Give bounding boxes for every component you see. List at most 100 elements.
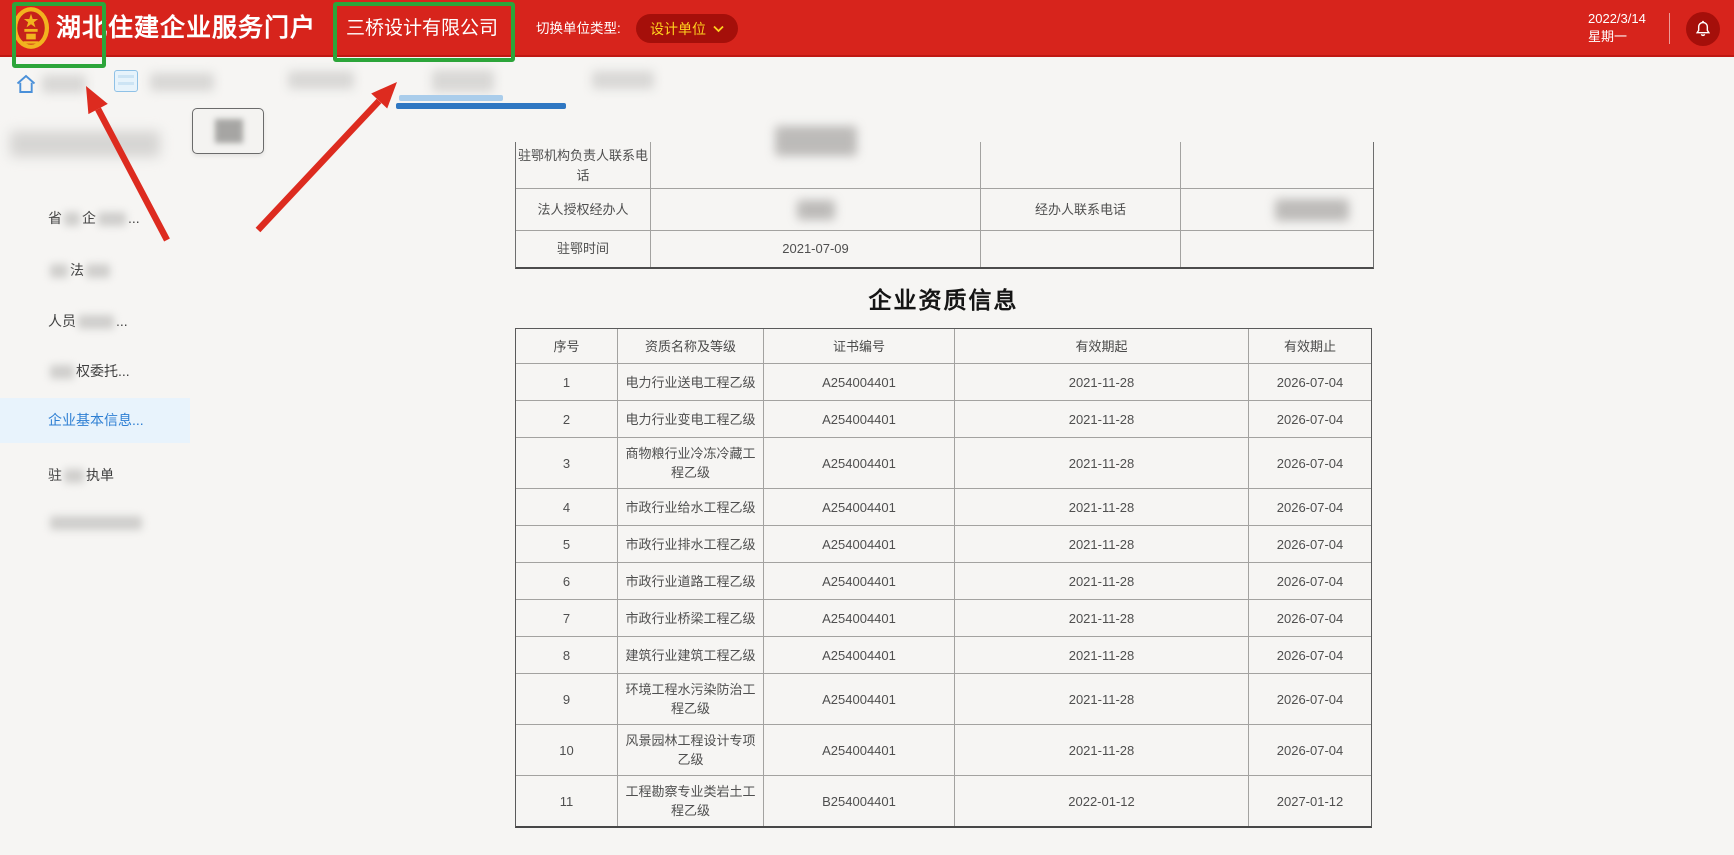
sidebar-header-blurred bbox=[10, 131, 160, 157]
unit-type-value: 设计单位 bbox=[650, 19, 706, 39]
table-cell: 2021-11-28 bbox=[955, 363, 1249, 400]
redacted-text bbox=[98, 212, 126, 226]
info-cell: 驻鄂机构负责人联系电话 bbox=[516, 142, 651, 188]
table-cell: 商物粮行业冷冻冷藏工程乙级 bbox=[618, 437, 764, 488]
table-cell: 3 bbox=[516, 437, 618, 488]
table-cell: 工程勘察专业类岩土工程乙级 bbox=[618, 775, 764, 826]
sidebar-item-label: 省 bbox=[48, 210, 62, 226]
info-cell: 2021-07-09 bbox=[651, 230, 981, 267]
info-cell-redacted bbox=[651, 142, 981, 188]
table-cell: 市政行业排水工程乙级 bbox=[618, 525, 764, 562]
info-cell-redacted bbox=[1181, 188, 1373, 230]
table-cell: 10 bbox=[516, 724, 618, 775]
table-cell: 2026-07-04 bbox=[1249, 363, 1371, 400]
table-cell: A254004401 bbox=[764, 636, 955, 673]
table-cell: 电力行业变电工程乙级 bbox=[618, 400, 764, 437]
table-row: 3商物粮行业冷冻冷藏工程乙级A2540044012021-11-282026-0… bbox=[516, 437, 1371, 488]
table-cell: A254004401 bbox=[764, 599, 955, 636]
table-cell: 2021-11-28 bbox=[955, 437, 1249, 488]
table-row: 10风景园林工程设计专项乙级A2540044012021-11-282026-0… bbox=[516, 724, 1371, 775]
sidebar-item[interactable] bbox=[48, 512, 144, 532]
table-cell: 2021-11-28 bbox=[955, 636, 1249, 673]
table-cell: A254004401 bbox=[764, 673, 955, 724]
document-icon[interactable] bbox=[114, 70, 138, 92]
sidebar-item-label: 驻 bbox=[48, 467, 62, 483]
table-cell: 2021-11-28 bbox=[955, 599, 1249, 636]
table-row: 8建筑行业建筑工程乙级A2540044012021-11-282026-07-0… bbox=[516, 636, 1371, 673]
column-header: 有效期止 bbox=[1249, 329, 1371, 363]
redacted-text bbox=[50, 365, 74, 379]
table-row: 2电力行业变电工程乙级A2540044012021-11-282026-07-0… bbox=[516, 400, 1371, 437]
chevron-down-icon bbox=[713, 25, 724, 33]
redacted-text bbox=[86, 264, 110, 278]
sidebar-item-label: 权委托... bbox=[76, 363, 130, 379]
table-cell: A254004401 bbox=[764, 437, 955, 488]
info-cell: 法人授权经办人 bbox=[516, 188, 651, 230]
qualification-table-header: 序号资质名称及等级证书编号有效期起有效期止 bbox=[516, 329, 1371, 363]
tab-blurred-1[interactable] bbox=[42, 75, 86, 93]
table-cell: 2021-11-28 bbox=[955, 525, 1249, 562]
table-cell: 电力行业送电工程乙级 bbox=[618, 363, 764, 400]
table-row: 6市政行业道路工程乙级A2540044012021-11-282026-07-0… bbox=[516, 562, 1371, 599]
popup-box bbox=[192, 108, 264, 154]
table-cell: A254004401 bbox=[764, 400, 955, 437]
column-header: 序号 bbox=[516, 329, 618, 363]
info-cell-empty bbox=[981, 142, 1181, 188]
table-cell: 4 bbox=[516, 488, 618, 525]
table-cell: 环境工程水污染防治工程乙级 bbox=[618, 673, 764, 724]
sidebar-item[interactable]: 权委托... bbox=[48, 361, 130, 381]
annotation-green-box-logo bbox=[12, 2, 106, 68]
table-row: 11工程勘察专业类岩土工程乙级B2540044012022-01-122027-… bbox=[516, 775, 1371, 826]
table-cell: 2021-11-28 bbox=[955, 400, 1249, 437]
sidebar-item-label: 法 bbox=[70, 262, 84, 278]
weekday-text: 星期一 bbox=[1588, 28, 1646, 46]
redacted-text bbox=[50, 516, 142, 530]
redacted-text bbox=[64, 469, 84, 483]
table-cell: 2021-11-28 bbox=[955, 488, 1249, 525]
sidebar-item[interactable]: 人员... bbox=[48, 311, 128, 331]
sidebar-item-label: 企 bbox=[82, 210, 96, 226]
annotation-green-box-company bbox=[333, 2, 515, 62]
table-row: 9环境工程水污染防治工程乙级A2540044012021-11-282026-0… bbox=[516, 673, 1371, 724]
info-cell: 驻鄂时间 bbox=[516, 230, 651, 267]
home-icon[interactable] bbox=[14, 72, 38, 96]
tab-blurred-2[interactable] bbox=[150, 73, 214, 91]
table-row: 1电力行业送电工程乙级A2540044012021-11-282026-07-0… bbox=[516, 363, 1371, 400]
table-cell: 2022-01-12 bbox=[955, 775, 1249, 826]
redacted-value bbox=[797, 200, 835, 220]
table-cell: 市政行业道路工程乙级 bbox=[618, 562, 764, 599]
info-cell-redacted bbox=[651, 188, 981, 230]
table-cell: 6 bbox=[516, 562, 618, 599]
table-row: 7市政行业桥梁工程乙级A2540044012021-11-282026-07-0… bbox=[516, 599, 1371, 636]
info-cell: 经办人联系电话 bbox=[981, 188, 1181, 230]
table-row: 5市政行业排水工程乙级A2540044012021-11-282026-07-0… bbox=[516, 525, 1371, 562]
contact-info-table: 驻鄂机构负责人联系电话法人授权经办人 经办人联系电话驻鄂时间2021-07-09 bbox=[515, 142, 1374, 269]
table-row: 4市政行业给水工程乙级A2540044012021-11-282026-07-0… bbox=[516, 488, 1371, 525]
date-display: 2022/3/14 星期一 bbox=[1588, 10, 1646, 46]
info-cell-empty bbox=[1181, 142, 1373, 188]
unit-type-dropdown[interactable]: 设计单位 bbox=[636, 14, 738, 43]
table-cell: 市政行业给水工程乙级 bbox=[618, 488, 764, 525]
sidebar-item[interactable]: 省 企... bbox=[48, 208, 140, 228]
sidebar-item-label: 企业基本信息... bbox=[48, 412, 144, 428]
table-cell: A254004401 bbox=[764, 562, 955, 599]
table-cell: 8 bbox=[516, 636, 618, 673]
sidebar-item[interactable]: 法 bbox=[48, 260, 112, 280]
sidebar-item-label: ... bbox=[128, 210, 140, 226]
tab-active-blurred[interactable] bbox=[432, 70, 494, 92]
sidebar-item-label: 人员 bbox=[48, 313, 76, 329]
column-header: 资质名称及等级 bbox=[618, 329, 764, 363]
sidebar-item[interactable]: 驻执单 bbox=[48, 465, 114, 485]
notification-bell-button[interactable] bbox=[1686, 12, 1720, 46]
table-cell: 2026-07-04 bbox=[1249, 437, 1371, 488]
header-divider bbox=[1669, 13, 1670, 44]
sidebar-item-active[interactable]: 企业基本信息... bbox=[48, 410, 144, 430]
table-cell: 2026-07-04 bbox=[1249, 724, 1371, 775]
redacted-value bbox=[775, 126, 857, 156]
table-cell: 2026-07-04 bbox=[1249, 525, 1371, 562]
tab-blurred-3[interactable] bbox=[288, 71, 354, 89]
table-cell: 2021-11-28 bbox=[955, 673, 1249, 724]
table-cell: 2026-07-04 bbox=[1249, 673, 1371, 724]
table-cell: 2026-07-04 bbox=[1249, 599, 1371, 636]
tab-blurred-4[interactable] bbox=[592, 71, 654, 89]
